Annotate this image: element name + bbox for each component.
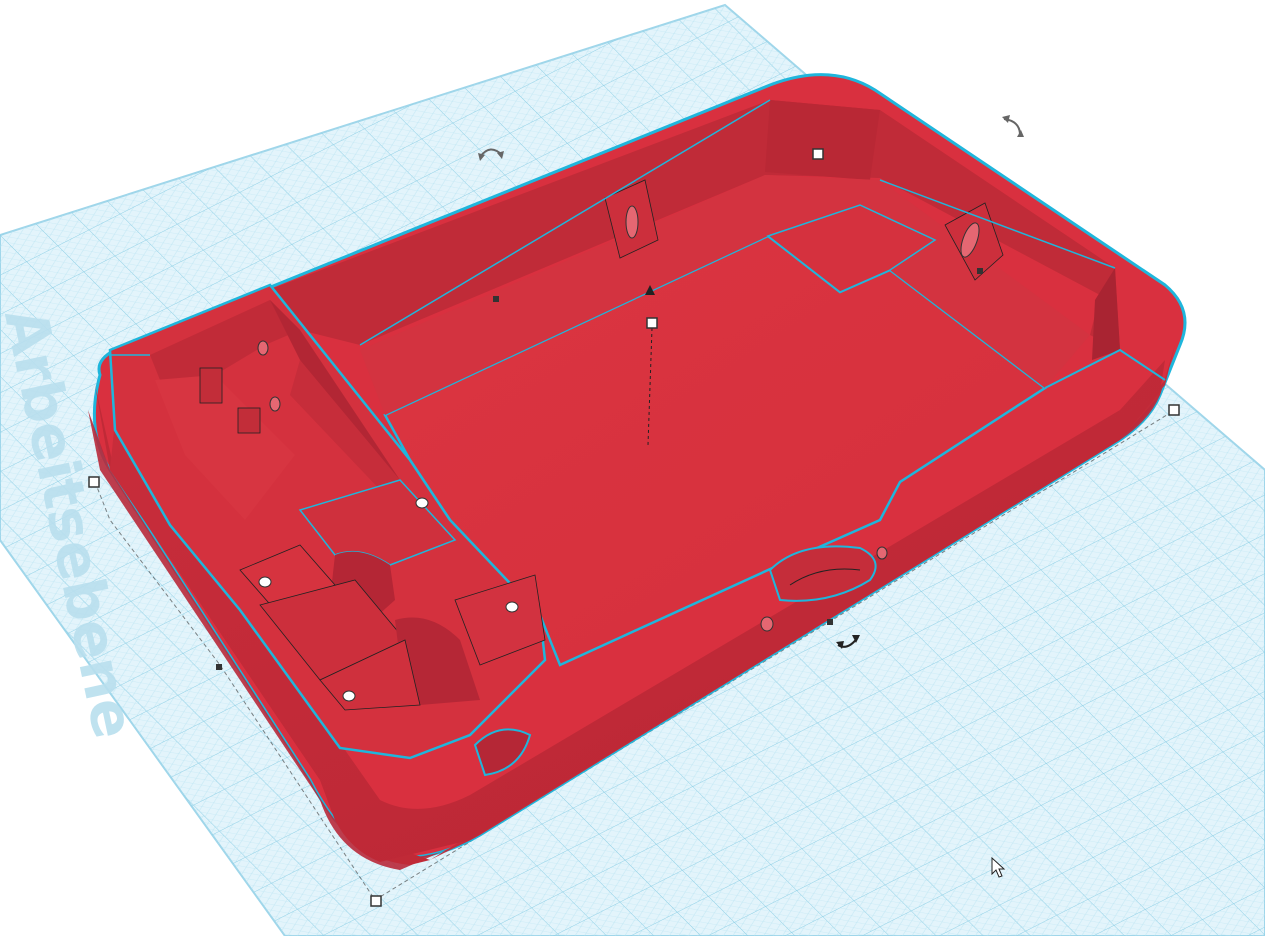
resize-handle-edge[interactable]	[827, 619, 833, 625]
rotate-handle-top-right[interactable]	[1002, 115, 1024, 137]
resize-handle-corner[interactable]	[370, 895, 382, 907]
resize-handle-corner[interactable]	[812, 148, 824, 160]
3d-viewport[interactable]: Arbeitsebene	[0, 0, 1265, 936]
resize-handle-edge[interactable]	[977, 268, 983, 274]
resize-handle-edge[interactable]	[493, 296, 499, 302]
resize-handle-corner[interactable]	[88, 476, 100, 488]
resize-handle-edge[interactable]	[216, 664, 222, 670]
height-handle-box[interactable]	[646, 317, 658, 329]
resize-handle-corner[interactable]	[1168, 404, 1180, 416]
